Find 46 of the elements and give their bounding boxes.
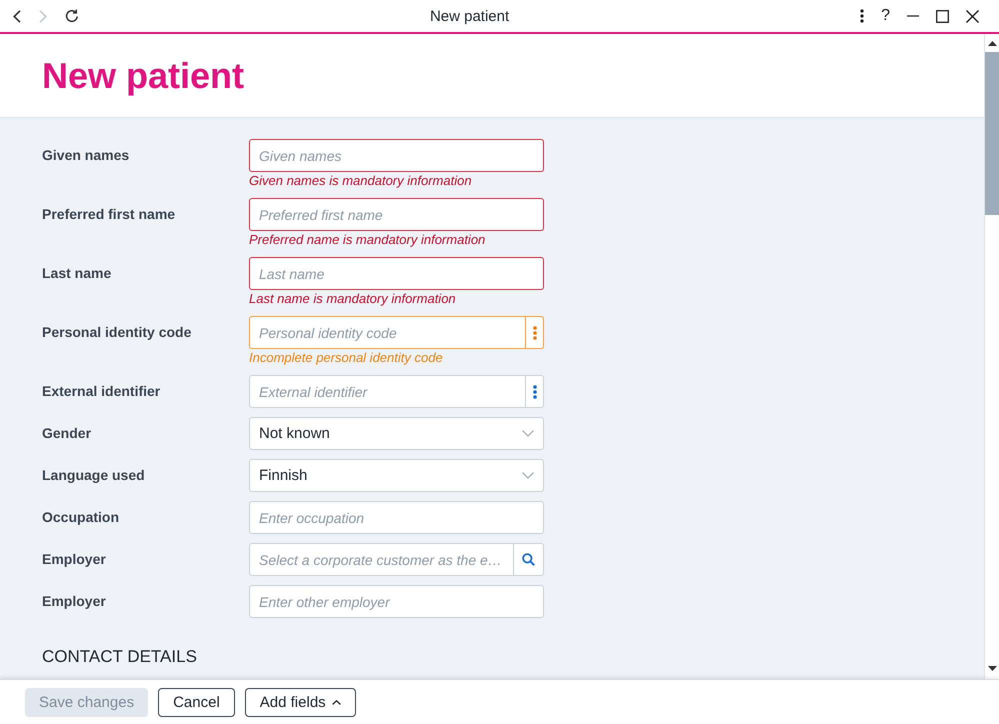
dropdown[interactable]: Finnish — [249, 459, 544, 492]
scroll-up-icon[interactable] — [988, 41, 996, 46]
chevron-down-icon — [522, 472, 534, 479]
minimize-icon[interactable] — [907, 15, 919, 17]
field-label: Personal identity code — [42, 323, 192, 342]
text-field[interactable]: Preferred first name — [249, 198, 544, 231]
field-label: Occupation — [42, 508, 120, 527]
kebab-menu-icon[interactable] — [860, 9, 864, 23]
error-message: Last name is mandatory information — [249, 290, 456, 307]
field-label: Employer — [42, 592, 106, 611]
error-message: Preferred name is mandatory information — [249, 231, 486, 248]
scrollbar[interactable] — [984, 34, 999, 679]
more-options-button[interactable] — [525, 375, 544, 408]
field-label: Language used — [42, 466, 145, 485]
search-button[interactable] — [513, 543, 544, 576]
field-label: Preferred first name — [42, 205, 176, 224]
caret-up-icon — [332, 700, 341, 705]
field-label: Last name — [42, 264, 112, 283]
text-field[interactable]: Personal identity code — [249, 316, 525, 349]
help-button[interactable]: ? — [881, 8, 890, 24]
field-label: Given names — [42, 146, 130, 165]
warning-message: Incomplete personal identity code — [249, 349, 443, 366]
window-title: New patient — [430, 8, 510, 24]
add-fields-button[interactable]: Add fields — [244, 688, 356, 717]
field-label: Employer — [42, 550, 106, 569]
back-icon[interactable] — [13, 10, 21, 22]
field-label: Gender — [42, 424, 92, 443]
kebab-icon — [532, 326, 536, 340]
search-field[interactable]: Select a corporate customer as the e… — [249, 543, 513, 576]
section-heading: CONTACT DETAILS — [42, 646, 198, 668]
scrollbar-thumb[interactable] — [985, 52, 999, 215]
page-heading: New patient — [42, 54, 244, 98]
dropdown[interactable]: Not known — [249, 417, 544, 450]
text-field[interactable]: Given names — [249, 139, 544, 172]
cancel-button[interactable]: Cancel — [158, 688, 235, 717]
more-options-button[interactable] — [525, 316, 544, 349]
chevron-down-icon — [522, 430, 534, 437]
kebab-icon — [532, 384, 536, 398]
close-icon[interactable] — [966, 10, 979, 22]
maximize-icon[interactable] — [936, 10, 949, 22]
field-label: External identifier — [42, 382, 160, 401]
text-field[interactable]: Last name — [249, 257, 544, 290]
scroll-down-icon[interactable] — [988, 666, 996, 671]
search-icon — [522, 553, 535, 566]
refresh-icon[interactable] — [65, 9, 79, 23]
error-message: Given names is mandatory information — [249, 172, 472, 189]
